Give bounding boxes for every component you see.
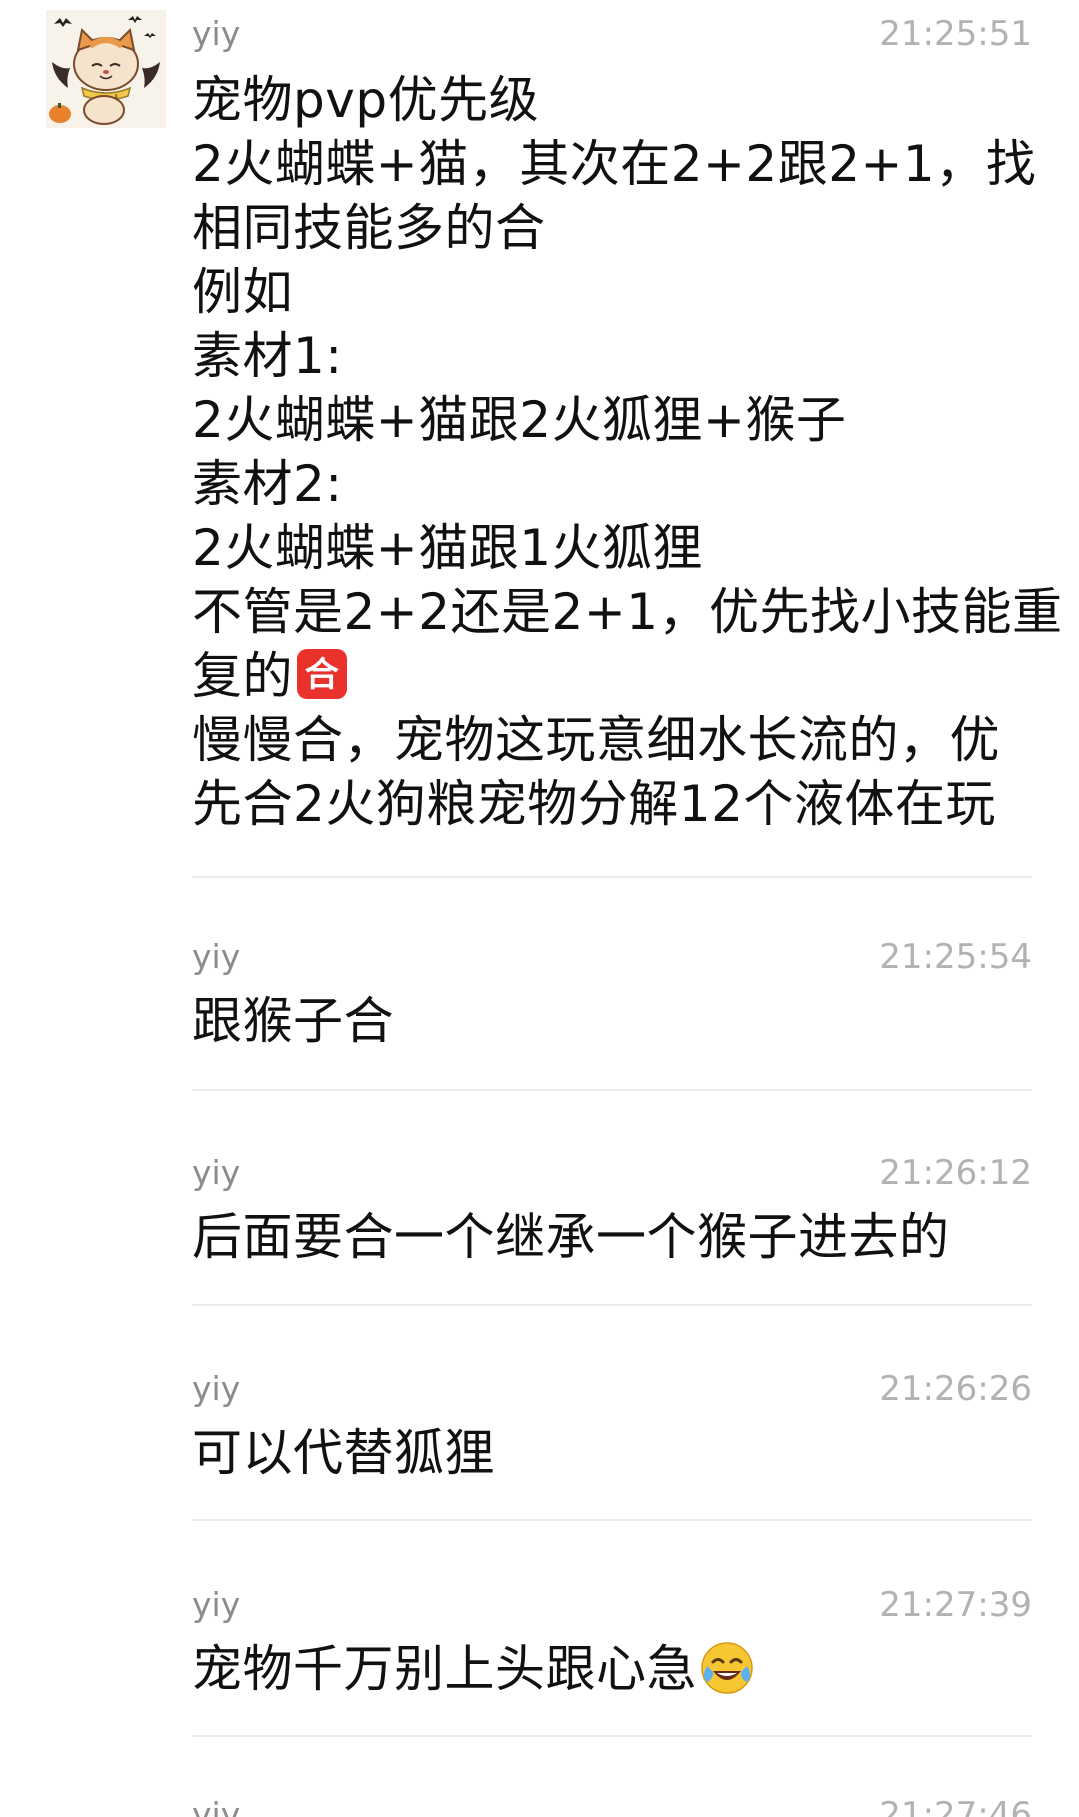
message-text[interactable]: 跟猴子合 [192,989,1042,1053]
message-line: 例如 [192,263,293,321]
message-divider [192,1735,1032,1737]
message-timestamp: 21:25:51 [879,14,1032,54]
message-line: 不管是2+2还是2+1，优先找小技能重 [192,583,1063,641]
message-line-with-emoji: 复的合 [192,644,1042,708]
message-line: 素材1: [192,327,343,385]
chat-message: yiy 21:25:51 宠物pvp优先级 2火蝴蝶+猫，其次在2+2跟2+1，… [192,14,1062,833]
message-line: 先合2火狗粮宠物分解12个液体在玩 [192,775,996,833]
message-text[interactable]: 可以代替狐狸 [192,1421,1042,1485]
message-divider [192,1089,1032,1091]
message-text[interactable]: 后面要合一个继承一个猴子进去的 [192,1205,1042,1269]
sender-name: yiy [192,1585,241,1624]
message-divider [192,876,1032,878]
message-line: 慢慢合，宠物这玩意细水长流的，优 [192,711,1000,769]
sender-name: yiy [192,1795,241,1817]
he-emoji-char: 合 [305,655,340,695]
message-line: 2火蝴蝶+猫，其次在2+2跟2+1，找 [192,135,1037,193]
message-line: 跟猴子合 [192,992,394,1050]
message-line-text: 宠物千万别上头跟心急 [192,1640,697,1698]
chat-message: yiy 21:26:26 可以代替狐狸 [192,1369,1032,1499]
message-line-with-emoji: 宠物千万别上头跟心急 [192,1637,1042,1701]
message-line: 2火蝴蝶+猫跟2火狐狸+猴子 [192,391,847,449]
message-text[interactable]: 宠物千万别上头跟心急 [192,1637,1042,1701]
message-divider [192,1519,1032,1521]
sender-name: yiy [192,937,241,976]
sender-name: yiy [192,1369,241,1408]
sender-name: yiy [192,14,241,53]
message-text[interactable]: 宠物pvp优先级 2火蝴蝶+猫，其次在2+2跟2+1，找 相同技能多的合 例如 … [192,68,1063,836]
message-line: 可以代替狐狸 [192,1424,495,1482]
message-line: 素材2: [192,455,343,513]
sender-name: yiy [192,1153,241,1192]
message-timestamp: 21:26:12 [879,1153,1032,1193]
message-timestamp: 21:27:39 [879,1585,1032,1625]
message-line: 2火蝴蝶+猫跟1火狐狸 [192,519,704,577]
chat-message: yiy 21:27:39 宠物千万别上头跟心急 [192,1585,1032,1715]
partial-message: yiy 21:27:46 [0,1795,1079,1817]
message-timestamp: 21:25:54 [879,937,1032,977]
cat-avatar-icon [46,10,166,128]
chat-message: yiy 21:26:12 后面要合一个继承一个猴子进去的 [192,1153,1032,1283]
message-timestamp: 21:27:46 [879,1795,1032,1817]
message-line: 后面要合一个继承一个猴子进去的 [192,1208,950,1266]
he-emoji-icon: 合 [295,647,349,701]
crying-laughing-icon [699,1640,755,1696]
message-line: 相同技能多的合 [192,199,546,257]
chat-message: yiy 21:25:54 跟猴子合 [192,937,1032,1067]
message-line-text: 复的 [192,647,293,705]
avatar[interactable] [46,10,166,128]
message-timestamp: 21:26:26 [879,1369,1032,1409]
message-divider [192,1304,1032,1306]
message-line: 宠物pvp优先级 [192,71,540,129]
